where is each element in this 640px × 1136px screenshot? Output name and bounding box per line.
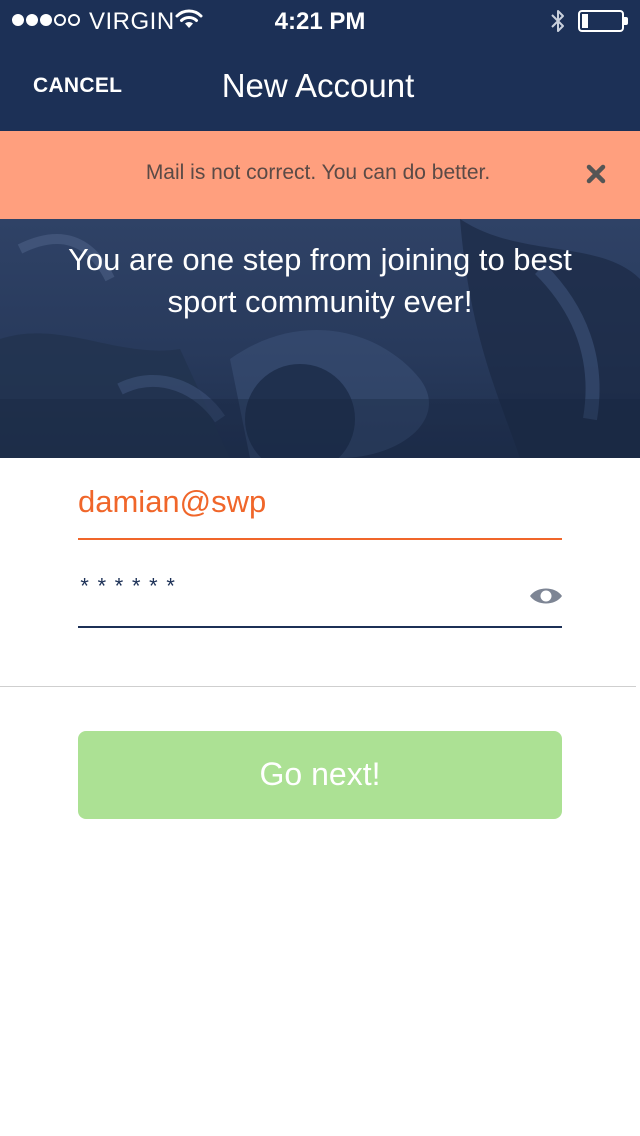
email-field[interactable] bbox=[78, 478, 562, 540]
error-banner: Mail is not correct. You can do better. bbox=[0, 131, 640, 219]
hero-tagline: You are one step from joining to best sp… bbox=[68, 242, 572, 319]
password-field[interactable]: ****** bbox=[78, 566, 562, 628]
eye-icon[interactable] bbox=[528, 584, 564, 608]
hero-banner: You are one step from joining to best sp… bbox=[0, 219, 640, 458]
go-next-button[interactable]: Go next! bbox=[78, 731, 562, 819]
status-bar: VIRGIN 4:21 PM bbox=[0, 0, 640, 40]
page-title: New Account bbox=[221, 67, 415, 104]
new-account-screen: VIRGIN 4:21 PM CANCEL New Account Mail i… bbox=[0, 0, 640, 1136]
password-value: ****** bbox=[78, 576, 182, 601]
top-bar: VIRGIN 4:21 PM CANCEL New Account bbox=[0, 0, 640, 131]
battery-icon bbox=[578, 10, 628, 32]
section-divider bbox=[0, 686, 636, 687]
bluetooth-icon bbox=[551, 10, 564, 32]
error-message: Mail is not correct. You can do better. bbox=[145, 161, 491, 184]
close-icon[interactable] bbox=[583, 161, 609, 187]
status-time: 4:21 PM bbox=[274, 8, 366, 35]
